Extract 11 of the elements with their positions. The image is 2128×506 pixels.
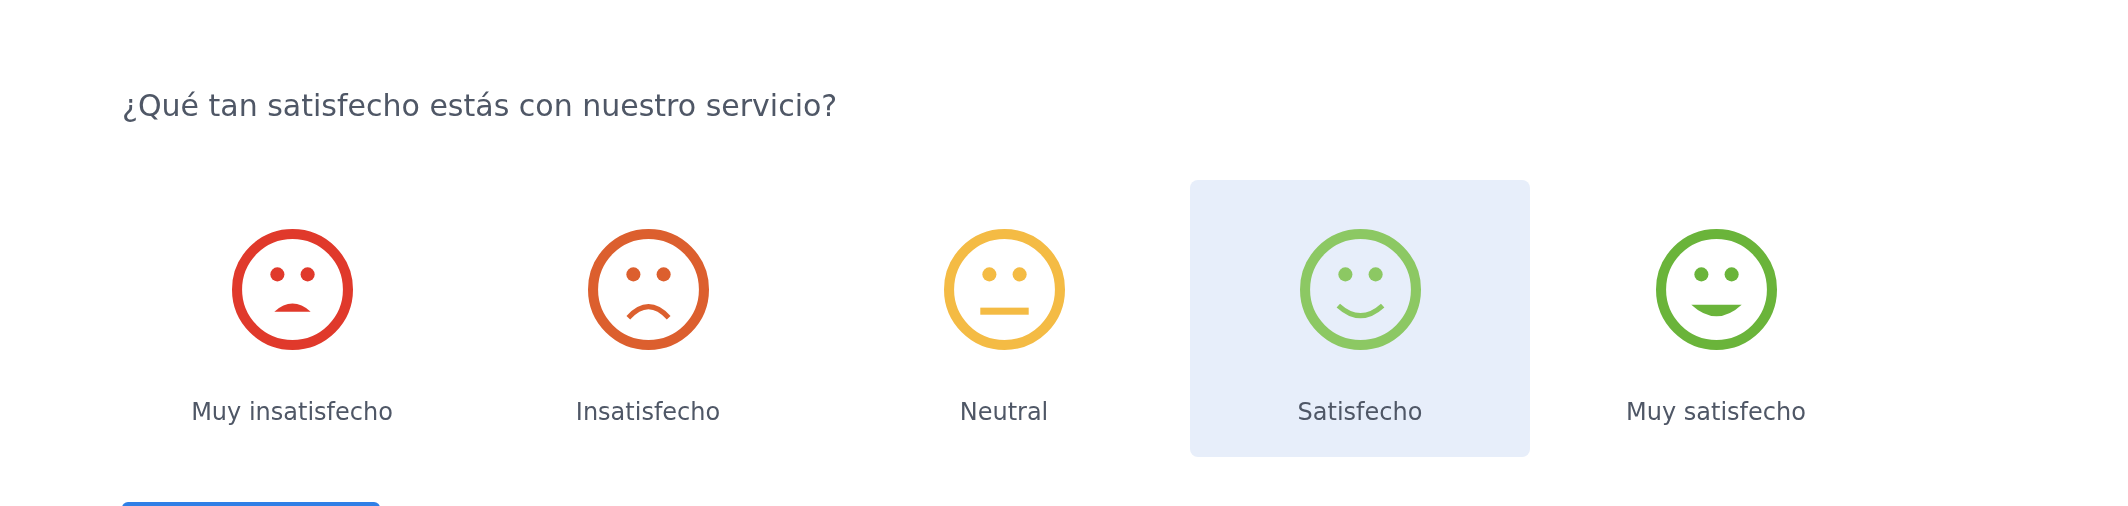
option-label: Satisfecho — [1297, 397, 1423, 428]
option-label: Muy satisfecho — [1626, 397, 1806, 428]
rating-option[interactable]: Satisfecho — [1190, 180, 1530, 457]
option-label: Insatisfecho — [575, 397, 721, 428]
rating-option[interactable]: Muy satisfecho — [1546, 180, 1886, 457]
rating-option[interactable]: Muy insatisfecho — [122, 180, 462, 457]
option-label: Neutral — [959, 397, 1049, 428]
question-text: ¿Qué tan satisfecho estás con nuestro servicio? — [122, 87, 839, 125]
option-label: Muy insatisfecho — [191, 397, 393, 428]
rating-option[interactable]: Insatisfecho — [478, 180, 818, 457]
rating-option[interactable]: Neutral — [834, 180, 1174, 457]
